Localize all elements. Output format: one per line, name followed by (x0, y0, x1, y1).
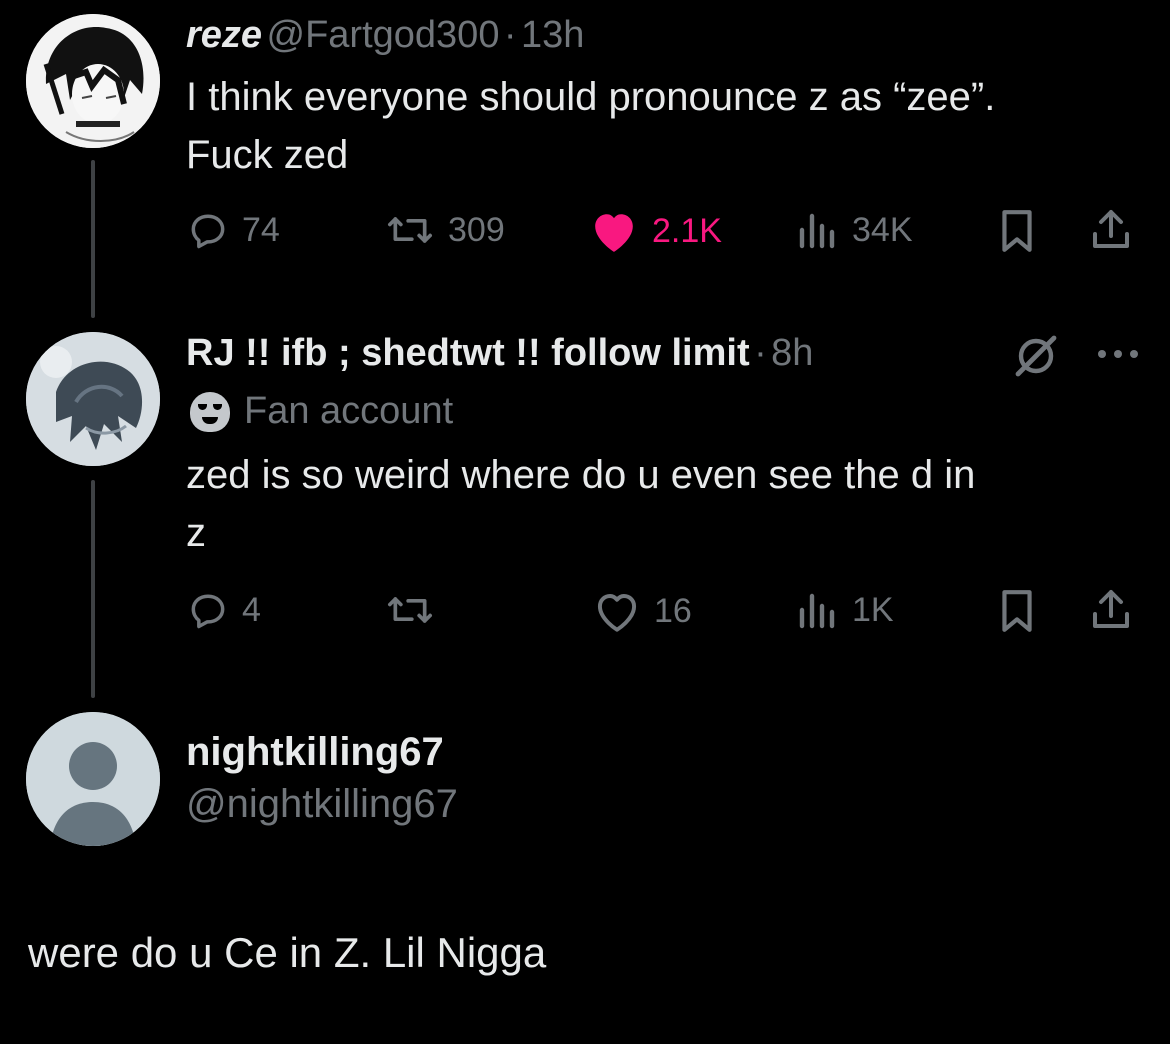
tweet1-reply-count: 74 (242, 210, 280, 249)
tweet2-share-button[interactable] (1088, 586, 1134, 634)
tweet2-fan-account-label: Fan account (190, 390, 453, 433)
tweet1-view-count: 34K (852, 210, 913, 249)
tweet2-reply-count: 4 (242, 590, 261, 629)
tweet1-retweet-button[interactable]: 309 (384, 208, 505, 252)
default-avatar-icon (26, 712, 160, 846)
heart-outline-icon (592, 588, 642, 634)
reply-handle[interactable]: @nightkilling67 (186, 778, 458, 830)
tweet2-retweet-button[interactable] (384, 588, 448, 632)
tweet1-like-button[interactable]: 2.1K (588, 208, 722, 254)
tweet1-text-line2: Fuck zed (186, 133, 349, 177)
retweet-icon (384, 208, 436, 252)
views-icon (796, 588, 840, 632)
thread-connector-2 (91, 480, 95, 698)
tweet1-header: reze @Fartgod300 · 13h (186, 14, 584, 57)
views-icon (796, 208, 840, 252)
share-icon (1088, 206, 1134, 254)
reply-icon (186, 588, 230, 632)
tweet2-time[interactable]: 8h (771, 332, 813, 374)
tweet1-reply-button[interactable]: 74 (186, 208, 280, 252)
grok-icon (1012, 332, 1060, 380)
grok-button[interactable] (1012, 332, 1060, 380)
tweet2-like-button[interactable]: 16 (592, 588, 692, 634)
tweet2-like-count: 16 (654, 591, 692, 630)
tweet1-retweet-count: 309 (448, 210, 505, 249)
tweet2-views-button[interactable]: 1K (796, 588, 894, 632)
tweet1-display-name[interactable]: reze (186, 14, 262, 56)
tweet1-time[interactable]: 13h (521, 14, 584, 56)
tweet1-share-button[interactable] (1088, 206, 1134, 254)
bookmark-icon (996, 208, 1038, 254)
tweet2-separator: · (754, 332, 767, 374)
tweet1-like-count: 2.1K (652, 211, 722, 250)
tweet2-text-line2: z (186, 511, 206, 555)
thread-connector-1 (91, 160, 95, 318)
more-icon (1096, 346, 1140, 362)
avatar-reze[interactable] (26, 14, 160, 148)
tweet2-text-line1: zed is so weird where do u even see the … (186, 453, 976, 497)
heart-icon (588, 208, 640, 254)
reply-text: were do u Ce in Z. Lil Nigga (28, 929, 547, 976)
bookmark-icon (996, 588, 1038, 634)
more-button[interactable] (1096, 346, 1140, 362)
tweet2-header: RJ !! ifb ; shedtwt !! follow limit · 8h (186, 332, 813, 375)
tweet2-reply-button[interactable]: 4 (186, 588, 261, 632)
reply-icon (186, 208, 230, 252)
tweet1-text-line1: I think everyone should pronounce z as “… (186, 75, 996, 119)
tweet2-bookmark-button[interactable] (996, 588, 1038, 634)
avatar-nightkilling67[interactable] (26, 712, 160, 846)
tweet2-view-count: 1K (852, 590, 894, 629)
tweet1-views-button[interactable]: 34K (796, 208, 913, 252)
avatar-reze-art (26, 14, 160, 148)
reply-profile-info: nightkilling67 @nightkilling67 (186, 726, 458, 830)
fan-mask-icon (190, 391, 230, 432)
tweet1-handle[interactable]: @Fartgod300 (267, 14, 500, 56)
reply-display-name[interactable]: nightkilling67 (186, 726, 458, 778)
tweet2-text: zed is so weird where do u even see the … (186, 446, 975, 562)
tweet1-separator: · (503, 14, 517, 56)
avatar-rj-art (26, 332, 160, 466)
share-icon (1088, 586, 1134, 634)
avatar-rj[interactable] (26, 332, 160, 466)
tweet2-label-text: Fan account (244, 390, 454, 432)
tweet1-text: I think everyone should pronounce z as “… (186, 68, 995, 184)
tweet2-display-name[interactable]: RJ !! ifb ; shedtwt !! follow limit (186, 332, 750, 374)
tweet1-bookmark-button[interactable] (996, 208, 1038, 254)
retweet-icon (384, 588, 436, 632)
